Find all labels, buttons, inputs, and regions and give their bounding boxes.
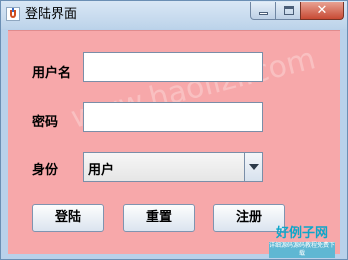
java-icon xyxy=(6,7,20,21)
maximize-button[interactable] xyxy=(275,2,301,20)
password-label: 密码 xyxy=(32,115,59,130)
minimize-button[interactable] xyxy=(250,2,276,20)
login-button[interactable]: 登陆 xyxy=(32,204,104,232)
role-selected-value: 用户 xyxy=(88,163,115,178)
title-bar[interactable]: 登陆界面 ✕ xyxy=(1,1,347,29)
username-label: 用户名 xyxy=(32,66,72,81)
password-input[interactable] xyxy=(83,102,263,132)
window-title: 登陆界面 xyxy=(25,7,78,22)
reset-button[interactable]: 重置 xyxy=(123,204,195,232)
chevron-down-icon[interactable] xyxy=(244,153,262,181)
role-select[interactable]: 用户 xyxy=(83,152,263,182)
close-button[interactable]: ✕ xyxy=(300,2,344,20)
login-form-panel: www.haolizi.com 用户名 密码 身份 用户 登陆 重置 注册 xyxy=(8,30,340,254)
close-icon: ✕ xyxy=(316,3,328,18)
site-logo: 好例子网 详细源码源码教程免费下载 xyxy=(269,226,335,258)
role-label: 身份 xyxy=(32,163,59,178)
login-window: 登陆界面 ✕ www.haolizi.com 用户名 密码 身份 用户 登陆 重… xyxy=(0,0,348,260)
logo-sub-text: 详细源码源码教程免费下载 xyxy=(269,242,336,258)
logo-main-text: 好例子网 xyxy=(275,226,328,241)
username-input[interactable] xyxy=(83,52,263,82)
